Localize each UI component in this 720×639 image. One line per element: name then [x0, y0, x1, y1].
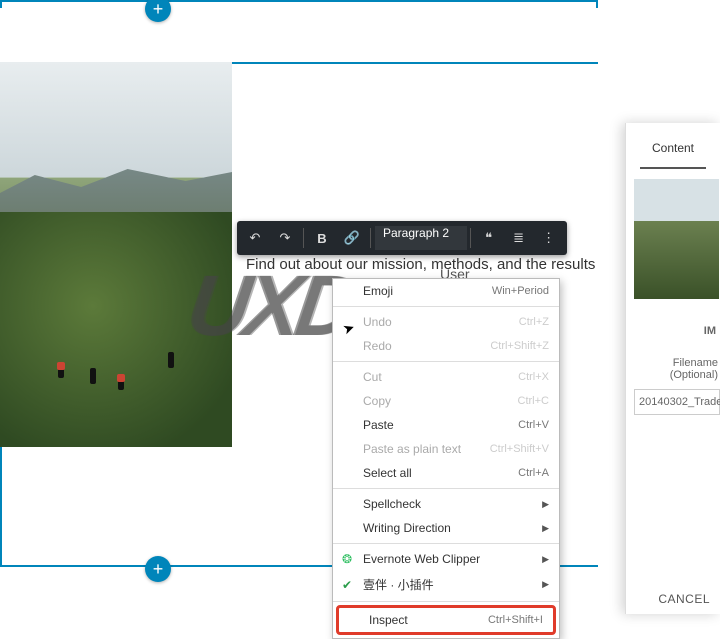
highlight-box: Inspect Ctrl+Shift+I: [336, 605, 556, 635]
quote-icon[interactable]: ❝: [475, 224, 503, 252]
redo-icon[interactable]: ↷: [271, 224, 299, 252]
ctx-paste-plain[interactable]: Paste as plain text Ctrl+Shift+V: [333, 437, 559, 461]
toolbar-separator: [470, 228, 471, 248]
chevron-right-icon: ▶: [542, 499, 549, 510]
ctx-evernote[interactable]: ❂ Evernote Web Clipper ▶: [333, 547, 559, 571]
ctx-writing-direction[interactable]: Writing Direction ▶: [333, 516, 559, 540]
image-thumbnail[interactable]: [634, 179, 719, 299]
hero-image[interactable]: [0, 62, 232, 447]
context-menu: Emoji Win+Period Undo Ctrl+Z Redo Ctrl+S…: [332, 278, 560, 639]
more-icon[interactable]: ⋮: [535, 224, 563, 252]
chevron-right-icon: ▶: [542, 579, 549, 590]
ctx-label: Emoji: [363, 284, 393, 298]
ctx-label: Redo: [363, 339, 392, 353]
chevron-right-icon: ▶: [542, 523, 549, 534]
toolbar-separator: [370, 228, 371, 248]
ctx-spellcheck[interactable]: Spellcheck ▶: [333, 492, 559, 516]
add-block-button-top[interactable]: +: [145, 0, 171, 22]
ctx-shortcut: Ctrl+Shift+Z: [490, 340, 549, 352]
ctx-emoji[interactable]: Emoji Win+Period: [333, 279, 559, 303]
sidebar-tab-content[interactable]: Content: [640, 123, 706, 169]
cancel-button[interactable]: CANCEL: [658, 592, 710, 606]
ctx-label: Paste: [363, 418, 394, 432]
ctx-separator: [333, 543, 559, 544]
chevron-right-icon: ▶: [542, 554, 549, 565]
ctx-separator: [333, 306, 559, 307]
ctx-shortcut: Ctrl+V: [518, 419, 549, 431]
ctx-label: Spellcheck: [363, 497, 421, 511]
ctx-copy[interactable]: Copy Ctrl+C: [333, 389, 559, 413]
tagline-text[interactable]: Find out about our mission, methods, and…: [246, 256, 616, 273]
ctx-separator: [333, 601, 559, 602]
ctx-select-all[interactable]: Select all Ctrl+A: [333, 461, 559, 485]
ctx-label: Cut: [363, 370, 382, 384]
ctx-inspect[interactable]: Inspect Ctrl+Shift+I: [339, 608, 553, 632]
ctx-shortcut: Ctrl+C: [518, 395, 549, 407]
ctx-shortcut: Ctrl+Z: [519, 316, 549, 328]
ctx-paste[interactable]: Paste Ctrl+V: [333, 413, 559, 437]
ctx-shortcut: Ctrl+Shift+V: [490, 443, 549, 455]
plugin-icon: ✔: [340, 578, 354, 592]
ctx-separator: [333, 488, 559, 489]
settings-sidebar: Content IM Filename (Optional) 20140302_…: [625, 123, 720, 614]
sidebar-section-heading: IM: [626, 325, 720, 337]
link-icon[interactable]: 🔗: [338, 224, 366, 252]
ctx-undo[interactable]: Undo Ctrl+Z: [333, 310, 559, 334]
evernote-icon: ❂: [340, 552, 354, 566]
ctx-label: 壹伴 · 小插件: [363, 576, 434, 593]
ctx-redo[interactable]: Redo Ctrl+Shift+Z: [333, 334, 559, 358]
ctx-label: Evernote Web Clipper: [363, 552, 480, 566]
ctx-label: Copy: [363, 394, 391, 408]
filename-label: Filename (Optional): [626, 357, 720, 381]
ctx-shortcut: Ctrl+A: [518, 467, 549, 479]
ctx-label: Paste as plain text: [363, 442, 461, 456]
add-block-button-bottom[interactable]: +: [145, 556, 171, 582]
text-toolbar: ↶ ↷ B 🔗 Paragraph 2 ▾ ❝ ≣ ⋮: [237, 221, 567, 255]
ctx-label: Inspect: [369, 613, 408, 627]
ctx-shortcut: Win+Period: [492, 285, 549, 297]
ctx-shortcut: Ctrl+Shift+I: [488, 614, 543, 626]
toolbar-separator: [303, 228, 304, 248]
ctx-label: Undo: [363, 315, 392, 329]
ctx-separator: [333, 361, 559, 362]
ctx-yijian[interactable]: ✔ 壹伴 · 小插件 ▶: [333, 571, 559, 598]
ctx-cut[interactable]: Cut Ctrl+X: [333, 365, 559, 389]
paragraph-select[interactable]: Paragraph 2: [375, 226, 467, 250]
ctx-shortcut: Ctrl+X: [518, 371, 549, 383]
filename-input[interactable]: 20140302_Trade+: [634, 389, 720, 415]
bold-icon[interactable]: B: [308, 224, 336, 252]
undo-icon[interactable]: ↶: [241, 224, 269, 252]
ctx-label: Writing Direction: [363, 521, 451, 535]
list-icon[interactable]: ≣: [505, 224, 533, 252]
block-outline-top: [0, 0, 598, 8]
ctx-label: Select all: [363, 466, 412, 480]
